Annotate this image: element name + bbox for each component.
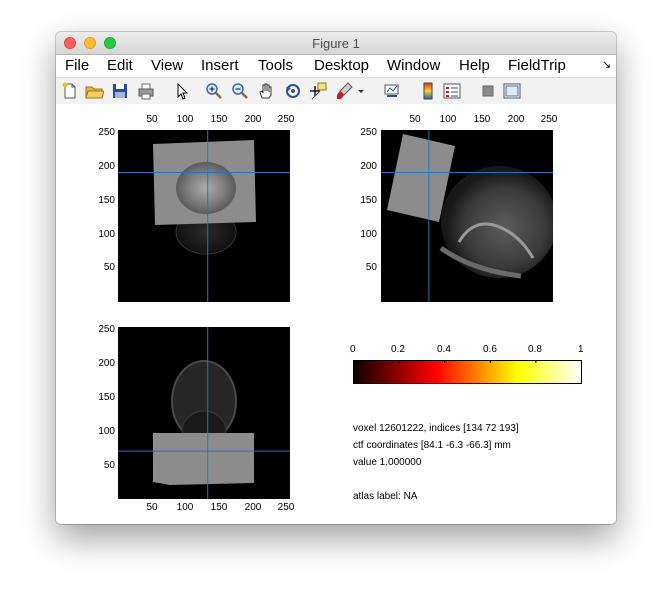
colorbar-tick-label: 1 xyxy=(578,344,584,355)
show-plot-tools-icon xyxy=(503,83,521,99)
colorbar-tick-label: 0 xyxy=(350,344,356,355)
colorbar-tick-label: 0.8 xyxy=(528,344,542,355)
save-button[interactable] xyxy=(110,81,130,101)
tick-label: 100 xyxy=(439,114,457,125)
sagittal-slice-plot[interactable] xyxy=(381,130,553,302)
brush-icon xyxy=(337,82,353,99)
menu-view[interactable]: View xyxy=(151,57,183,74)
new-figure-button[interactable] xyxy=(60,81,80,101)
insert-legend-icon xyxy=(443,83,461,99)
new-figure-icon xyxy=(62,82,76,99)
print-icon xyxy=(138,83,154,100)
figure-window: Figure 1 File Edit View Insert Tools Des… xyxy=(56,32,616,524)
colorbar[interactable] xyxy=(353,360,583,386)
insert-colorbar-icon xyxy=(423,82,433,100)
title-bar[interactable]: Figure 1 xyxy=(56,32,616,55)
zoom-out-icon xyxy=(232,83,248,99)
colorbar-tick-label: 0.4 xyxy=(437,344,451,355)
tick-label: 100 xyxy=(176,502,194,513)
pointer-button[interactable] xyxy=(172,81,192,101)
hide-plot-tools-button[interactable] xyxy=(478,81,498,101)
tick-label: 150 xyxy=(360,195,377,206)
tick-label: 150 xyxy=(210,114,228,125)
tick-label: 50 xyxy=(409,114,421,125)
tick-label: 50 xyxy=(365,262,377,273)
tick-label: 150 xyxy=(473,114,491,125)
tick-label: 150 xyxy=(210,502,228,513)
tick-label: 50 xyxy=(146,114,158,125)
menu-fieldtrip[interactable]: FieldTrip xyxy=(508,57,566,74)
colorbar-tick-label: 0.2 xyxy=(391,344,405,355)
window-title: Figure 1 xyxy=(312,36,360,51)
tick-label: 200 xyxy=(98,358,115,369)
rotate-3d-button[interactable] xyxy=(283,81,303,101)
voxel-info: voxel 12601222, indices [134 72 193] xyxy=(353,423,519,434)
menu-bar: File Edit View Insert Tools Desktop Wind… xyxy=(56,55,616,77)
axial-slice-plot[interactable] xyxy=(118,130,290,302)
open-file-icon xyxy=(85,86,104,99)
data-cursor-icon xyxy=(310,82,327,100)
menu-edit[interactable]: Edit xyxy=(107,57,133,74)
menu-file[interactable]: File xyxy=(65,57,89,74)
zoom-out-button[interactable] xyxy=(230,81,250,101)
menu-window[interactable]: Window xyxy=(387,57,440,74)
colorbar-tick-label: 0.6 xyxy=(483,344,497,355)
zoom-in-button[interactable] xyxy=(204,81,224,101)
tick-label: 150 xyxy=(98,392,115,403)
tick-label: 200 xyxy=(507,114,525,125)
tick-label: 50 xyxy=(103,460,115,471)
tick-label: 50 xyxy=(103,262,115,273)
tick-label: 100 xyxy=(98,229,115,240)
data-cursor-button[interactable] xyxy=(308,81,328,101)
tick-label: 250 xyxy=(98,127,115,138)
save-icon xyxy=(113,84,127,98)
insert-legend-button[interactable] xyxy=(442,81,462,101)
tick-label: 250 xyxy=(98,324,115,335)
tick-label: 250 xyxy=(277,502,295,513)
axial-head-detail xyxy=(176,162,236,214)
link-plot-button[interactable] xyxy=(382,81,402,101)
coordinates-info: ctf coordinates [84.1 -6.3 -66.3] mm xyxy=(353,440,511,451)
open-file-button[interactable] xyxy=(84,81,104,101)
tick-label: 250 xyxy=(360,127,377,138)
tick-label: 100 xyxy=(176,114,194,125)
atlas-label-info: atlas label: NA xyxy=(353,491,418,502)
brush-dropdown-icon xyxy=(358,90,364,93)
sagittal-brain xyxy=(441,166,553,278)
tick-label: 50 xyxy=(146,502,158,513)
menu-help[interactable]: Help xyxy=(459,57,490,74)
tick-label: 200 xyxy=(360,161,377,172)
tick-label: 100 xyxy=(98,426,115,437)
tick-label: 200 xyxy=(98,161,115,172)
menu-desktop[interactable]: Desktop xyxy=(314,57,369,74)
insert-colorbar-button[interactable] xyxy=(418,81,438,101)
pan-icon xyxy=(259,83,272,99)
pointer-icon xyxy=(177,82,189,100)
link-plot-icon xyxy=(384,84,399,97)
coronal-slice-plot[interactable] xyxy=(118,327,290,499)
tick-label: 250 xyxy=(540,114,558,125)
rotate-3d-icon xyxy=(286,84,300,98)
toolbar xyxy=(56,77,616,105)
figure-canvas: 50 100 150 200 250 250 200 150 100 50 50… xyxy=(56,104,616,524)
menu-tools[interactable]: Tools xyxy=(258,57,293,74)
tick-label: 200 xyxy=(244,502,262,513)
menubar-overflow-icon[interactable]: ↘ xyxy=(602,58,611,71)
value-info: value 1.000000 xyxy=(353,457,422,468)
show-plot-tools-button[interactable] xyxy=(502,81,522,101)
tick-label: 100 xyxy=(360,229,377,240)
brush-dropdown-button[interactable] xyxy=(356,81,366,101)
coronal-overlay xyxy=(153,433,254,485)
tick-label: 250 xyxy=(277,114,295,125)
colorbar-gradient xyxy=(353,360,582,384)
tick-label: 150 xyxy=(98,195,115,206)
print-button[interactable] xyxy=(136,81,156,101)
hide-plot-tools-icon xyxy=(482,85,494,97)
brush-button[interactable] xyxy=(334,81,354,101)
zoom-in-icon xyxy=(206,83,222,99)
menu-insert[interactable]: Insert xyxy=(201,57,239,74)
tick-label: 200 xyxy=(244,114,262,125)
pan-button[interactable] xyxy=(256,81,276,101)
